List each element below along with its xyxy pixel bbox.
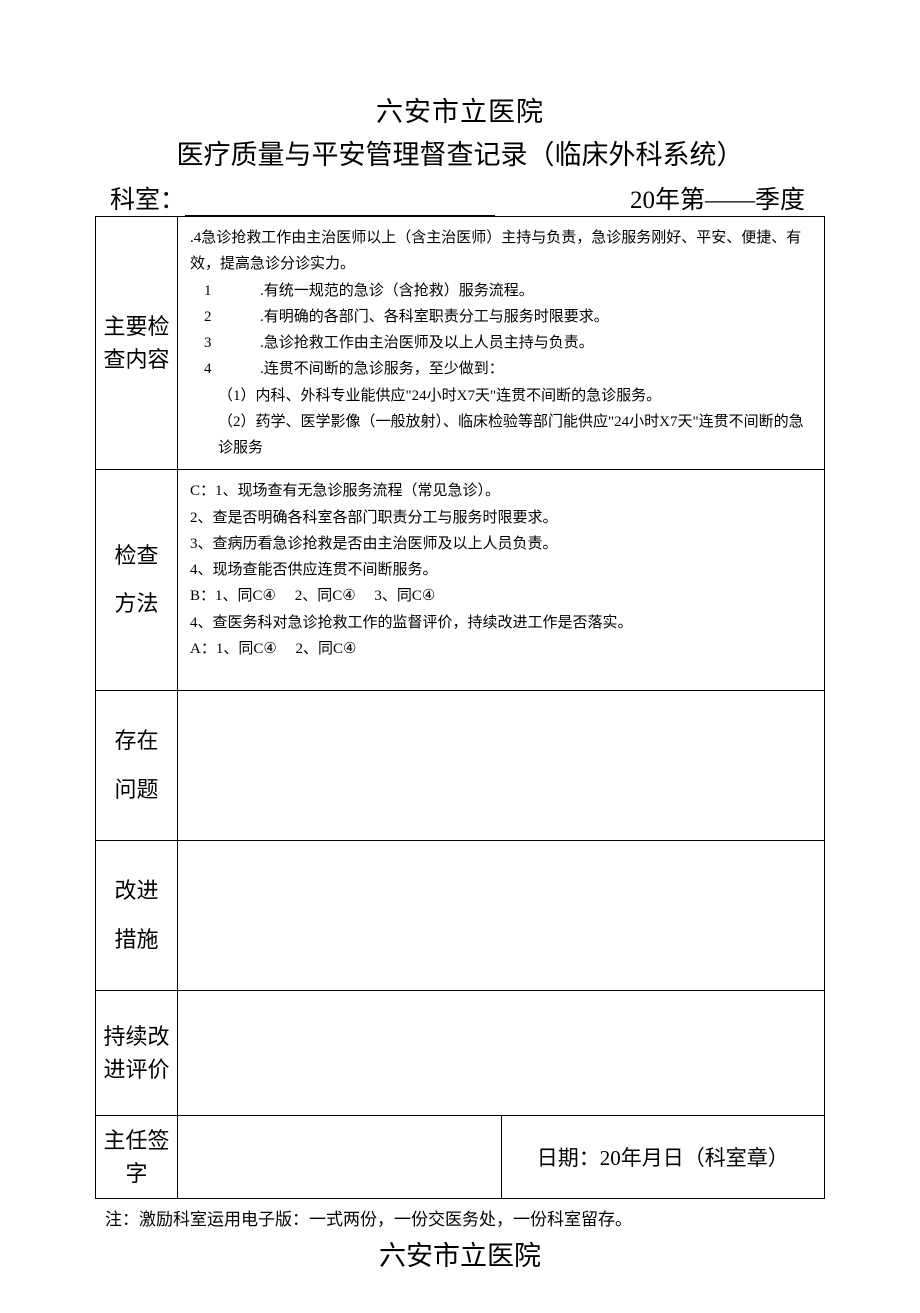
row-improve: 改进 措施 (96, 841, 825, 991)
footer-hospital: 六安市立医院 (95, 1234, 825, 1273)
row-continuous: 持续改进评价 (96, 991, 825, 1116)
inspection-table: 主要检查内容 .4急诊抢救工作由主治医师以上（含主治医师）主持与负责，急诊服务刚… (95, 216, 825, 1199)
label-improve: 改进 措施 (96, 841, 178, 991)
content-improve (178, 841, 825, 991)
header-row: 科室： 20年第——季度 (95, 180, 825, 216)
footnote: 注：激励科室运用电子版：一式两份，一份交医务处，一份科室留存。 (95, 1199, 825, 1232)
content-method: C：1、现场查有无急诊服务流程（常见急诊）。 2、查是否明确各科室各部门职责分工… (178, 470, 825, 691)
hospital-name: 六安市立医院 (95, 90, 825, 129)
label-method: 检查 方法 (96, 470, 178, 691)
row-main-check: 主要检查内容 .4急诊抢救工作由主治医师以上（含主治医师）主持与负责，急诊服务刚… (96, 217, 825, 470)
label-problem: 存在 问题 (96, 691, 178, 841)
content-continuous (178, 991, 825, 1116)
content-problem (178, 691, 825, 841)
row-problem: 存在 问题 (96, 691, 825, 841)
row-method: 检查 方法 C：1、现场查有无急诊服务流程（常见急诊）。 2、查是否明确各科室各… (96, 470, 825, 691)
label-signature: 主任签字 (96, 1116, 178, 1199)
quarter-label: 20年第——季度 (630, 180, 825, 216)
dept-label: 科室： (110, 180, 495, 216)
document-title: 医疗质量与平安管理督查记录（临床外科系统） (95, 133, 825, 172)
row-signature: 主任签字 日期：20年月日（科室章） (96, 1116, 825, 1199)
label-continuous: 持续改进评价 (96, 991, 178, 1116)
content-main-check: .4急诊抢救工作由主治医师以上（含主治医师）主持与负责，急诊服务刚好、平安、便捷… (178, 217, 825, 470)
label-main-check: 主要检查内容 (96, 217, 178, 470)
date-cell: 日期：20年月日（科室章） (501, 1116, 825, 1199)
signature-blank (178, 1116, 502, 1199)
